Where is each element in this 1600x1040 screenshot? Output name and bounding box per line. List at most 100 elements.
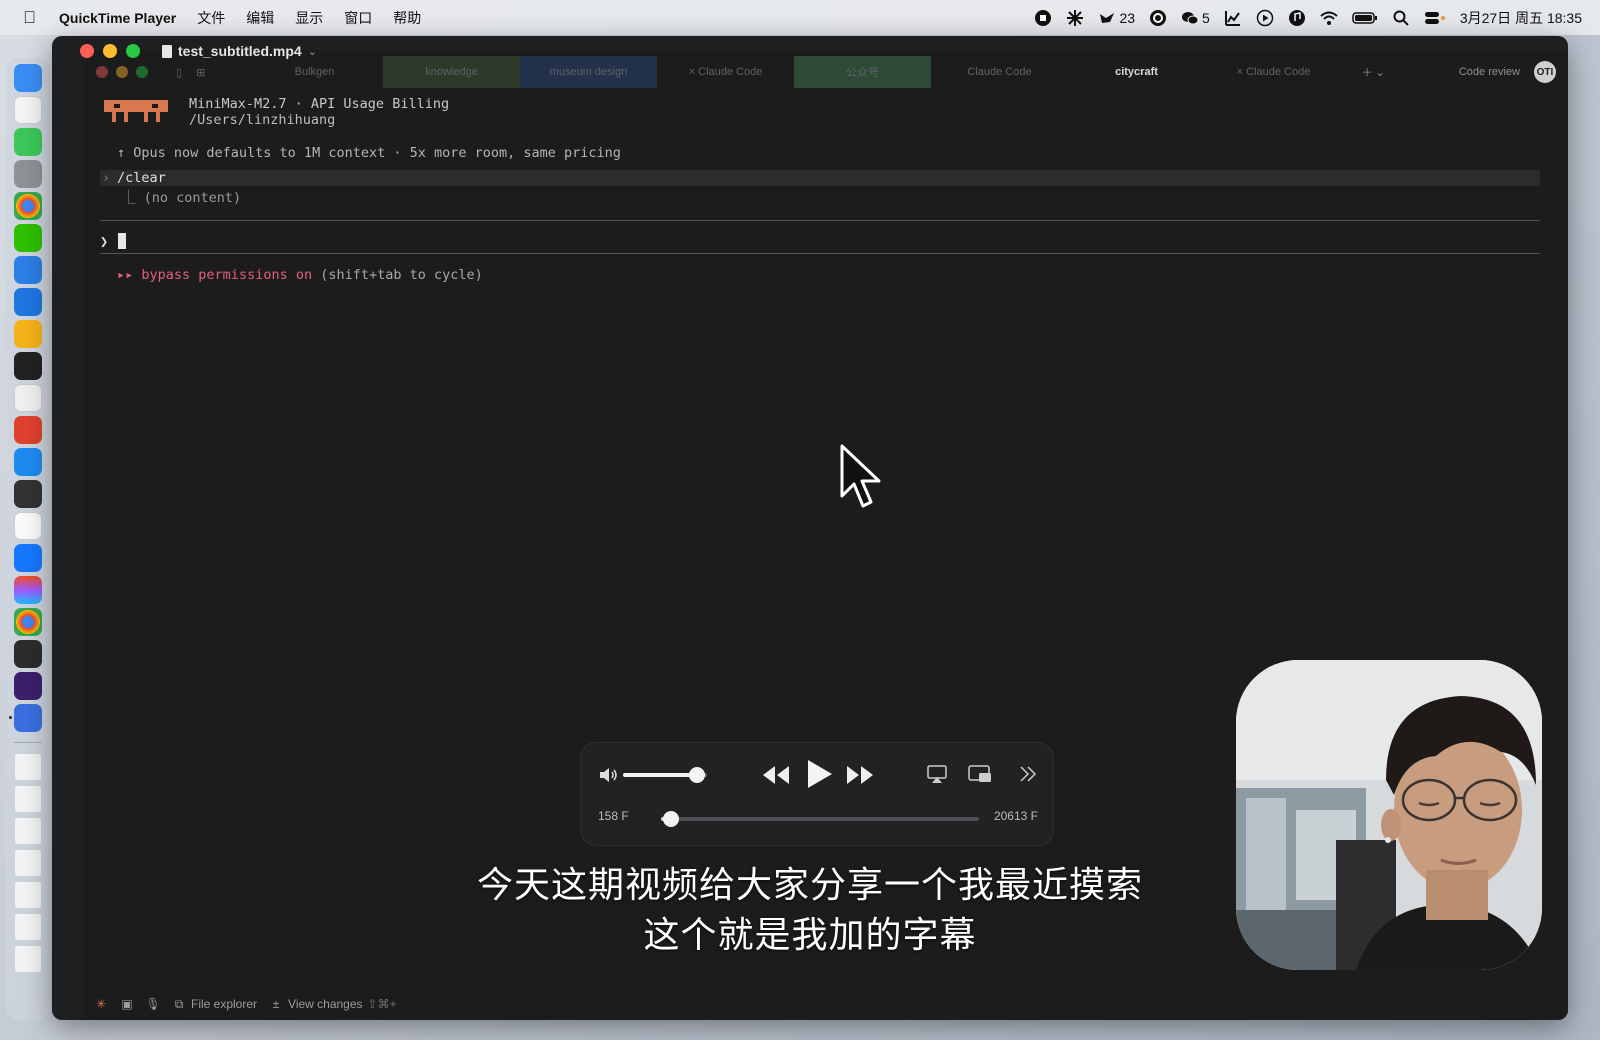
timeline-knob[interactable]: [663, 811, 680, 827]
view-changes-shortcut: ⇧⌘+: [367, 997, 397, 1011]
figma-icon[interactable]: [14, 576, 42, 604]
view-changes-item: ± View changes ⇧⌘+: [269, 997, 397, 1011]
chevron-down-icon[interactable]: ⌄: [308, 45, 317, 58]
context-notice-line: ↑ Opus now defaults to 1M context · 5x m…: [117, 145, 621, 161]
window-title[interactable]: test_subtitled.mp4 ⌄: [162, 43, 317, 59]
asterisk-app-icon[interactable]: [1066, 9, 1084, 27]
wechat-icon: [1181, 9, 1199, 27]
fullscreen-button[interactable]: [126, 44, 140, 58]
dock-document-icon[interactable]: [14, 913, 42, 941]
chrome-icon[interactable]: [14, 192, 42, 220]
recorded-window-controls: [82, 66, 176, 78]
notes-icon[interactable]: [14, 384, 42, 412]
close-button[interactable]: [80, 44, 94, 58]
play-button[interactable]: [803, 757, 835, 791]
menu-app-name[interactable]: QuickTime Player: [59, 10, 176, 26]
mouse-pointer-icon: [840, 444, 881, 508]
mode-arrows: ▸▸: [117, 267, 134, 283]
menu-window[interactable]: 窗口: [344, 8, 372, 28]
quicktime-window: ▯ ⊞ Bulkgen knowledge museum design × Cl…: [52, 36, 1568, 1020]
menu-datetime[interactable]: 3月27日 周五 18:35: [1460, 8, 1582, 28]
window-controls: [52, 44, 140, 58]
system-settings-icon[interactable]: [14, 160, 42, 188]
minimize-button[interactable]: [103, 44, 117, 58]
model-billing-line: MiniMax-M2.7 · API Usage Billing: [189, 96, 450, 112]
wps-icon[interactable]: [14, 416, 42, 444]
music-note-icon[interactable]: [1288, 9, 1306, 27]
wechat-dock-icon[interactable]: [14, 224, 42, 252]
command-highlight: [100, 170, 1540, 186]
picture-in-picture-icon[interactable]: [967, 764, 993, 784]
claude-spark-icon: ✳: [95, 997, 107, 1011]
qq-browser-icon[interactable]: [14, 448, 42, 476]
file-explorer-label: File explorer: [191, 997, 258, 1011]
copy-icon: ⧉: [174, 996, 184, 1011]
volume-slider[interactable]: [623, 767, 707, 783]
quicktime-title-bar[interactable]: test_subtitled.mp4 ⌄: [52, 36, 1568, 66]
wifi-icon[interactable]: [1320, 9, 1338, 27]
clear-command: /clear: [117, 170, 166, 186]
cursor-app-icon[interactable]: [14, 480, 42, 508]
plus-minus-icon: ±: [272, 997, 280, 1011]
airplay-icon[interactable]: [926, 764, 948, 784]
dock-document-icon[interactable]: [14, 817, 42, 845]
menu-bar:  QuickTime Player 文件 编辑 显示 窗口 帮助 23 5: [0, 0, 1600, 35]
quicktime-dock-icon[interactable]: [9, 704, 42, 732]
menu-help[interactable]: 帮助: [393, 8, 421, 28]
typora-icon[interactable]: [14, 512, 42, 540]
feishu-icon[interactable]: [14, 544, 42, 572]
apple-menu-icon[interactable]: : [21, 8, 38, 28]
volume-icon[interactable]: [599, 767, 619, 783]
claude-logo-icon: [104, 100, 168, 122]
chevron-double-right-icon[interactable]: [1017, 763, 1039, 785]
image-icon: ▣: [121, 997, 133, 1011]
terminal-icon[interactable]: [14, 352, 42, 380]
record-stop-icon[interactable]: [1034, 9, 1052, 27]
circle-dot-icon[interactable]: [1149, 9, 1167, 27]
battery-icon[interactable]: [1352, 9, 1378, 27]
fast-forward-button[interactable]: [845, 763, 875, 787]
control-center-icon[interactable]: [1424, 9, 1446, 27]
window-title-text: test_subtitled.mp4: [178, 43, 302, 59]
dock-document-icon[interactable]: [14, 881, 42, 909]
wechat-badge[interactable]: 5: [1181, 9, 1210, 27]
sidebar-toggle-icon: ▯: [176, 66, 183, 79]
menu-view[interactable]: 显示: [295, 8, 323, 28]
arc-icon[interactable]: [14, 672, 42, 700]
recorded-toolbar-icons: ▯ ⊞: [176, 66, 246, 79]
bird-icon: [1098, 9, 1116, 27]
volume-knob[interactable]: [688, 767, 705, 783]
timeline-scrubber[interactable]: [661, 811, 979, 827]
menu-edit[interactable]: 编辑: [246, 8, 274, 28]
mode-cycle-hint: (shift+tab to cycle): [320, 267, 483, 283]
chrome-canary-icon[interactable]: [14, 608, 42, 636]
working-directory-line: /Users/linzhihuang: [189, 112, 336, 128]
dock-document-icon[interactable]: [14, 849, 42, 877]
capcut-icon[interactable]: [14, 640, 42, 668]
current-frame: 158 F: [598, 809, 629, 823]
lightning-app-icon[interactable]: [14, 320, 42, 348]
spotlight-search-icon[interactable]: [1392, 9, 1410, 27]
launchpad-icon[interactable]: [14, 96, 42, 124]
recorded-bottom-bar: ✳ ▣ 🎙 ⧉ File explorer ± View changes ⇧⌘+: [82, 992, 1242, 1016]
bypass-permissions-text: bypass permissions on: [141, 267, 313, 283]
rewind-button[interactable]: [761, 763, 791, 787]
command-marker: ›: [102, 170, 111, 186]
microphone-icon: 🎙: [145, 997, 161, 1011]
menu-file[interactable]: 文件: [197, 8, 225, 28]
command-output: ⎿ (no content): [122, 190, 242, 206]
dock-document-icon[interactable]: [14, 785, 42, 813]
new-tab-plus-icon: ＋ ⌄: [1361, 67, 1385, 79]
dock-document-icon[interactable]: [14, 753, 42, 781]
trash-icon[interactable]: [14, 945, 42, 973]
finder-icon[interactable]: [14, 64, 42, 92]
bird-app-badge[interactable]: 23: [1098, 9, 1135, 27]
safari-icon[interactable]: [14, 256, 42, 284]
webcam-overlay: [1236, 660, 1542, 970]
messages-icon[interactable]: [14, 128, 42, 156]
mail-icon[interactable]: [14, 288, 42, 316]
activity-chart-icon[interactable]: [1224, 9, 1242, 27]
permission-mode-line: ▸▸ bypass permissions on (shift+tab to c…: [117, 267, 483, 283]
total-frames: 20613 F: [993, 809, 1038, 823]
play-circle-icon[interactable]: [1256, 9, 1274, 27]
